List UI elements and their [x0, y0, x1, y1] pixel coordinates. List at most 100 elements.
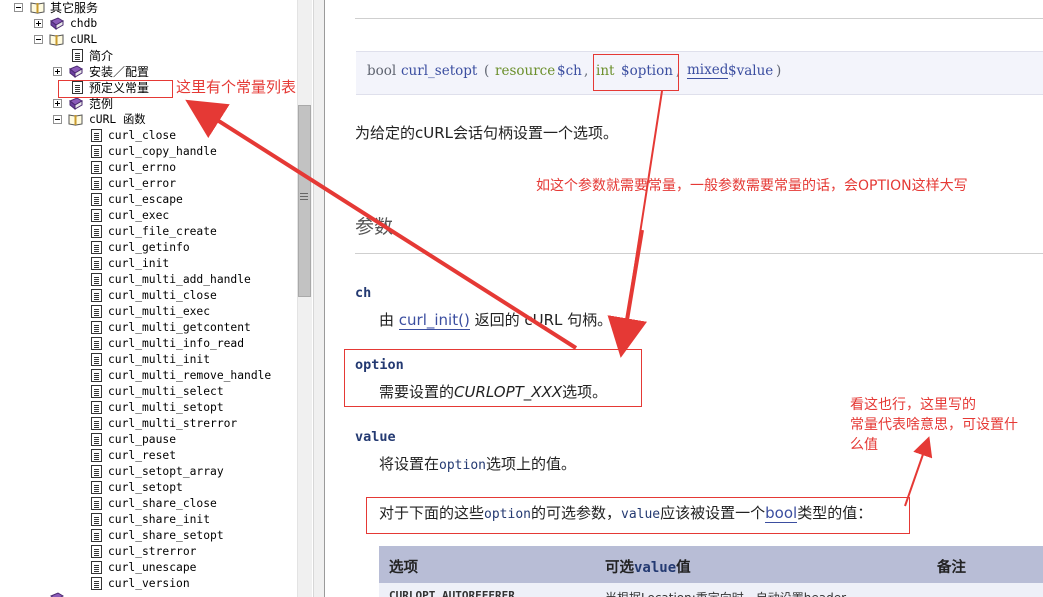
page-icon	[91, 177, 102, 190]
annotation-value-line1: 看这也行，这里写的	[850, 397, 976, 413]
tree-item-label: curl_copy_handle	[108, 145, 217, 158]
tree-item-label: curl_reset	[108, 449, 177, 462]
page-icon	[91, 289, 102, 302]
param-type-link[interactable]: mixed	[687, 62, 729, 79]
tree-item-label: curl_share_close	[108, 497, 217, 510]
text: 选项上的值。	[485, 455, 576, 473]
page-icon	[91, 129, 102, 142]
page-icon	[91, 161, 102, 174]
tree-item-label: curl_multi_remove_handle	[108, 369, 272, 382]
closed-book-icon	[69, 97, 83, 110]
tree-item-label: curl_setopt	[108, 481, 183, 494]
tree-item-label: curl_multi_init	[108, 353, 211, 366]
tree-item-label: curl_strerror	[108, 545, 197, 558]
text: 可选	[605, 560, 634, 576]
tree-item-label: cURL	[70, 33, 98, 46]
collapse-icon[interactable]	[14, 3, 23, 12]
page-icon	[91, 337, 102, 350]
param-desc-value: 将设置在option选项上的值。	[379, 454, 576, 476]
paren: )	[776, 63, 782, 79]
page-icon	[91, 225, 102, 238]
text: 由	[379, 311, 395, 329]
tree-item-label: curl_escape	[108, 193, 183, 206]
tree-item-label: curl_init	[108, 257, 170, 270]
annotation-constants: 这里有个常量列表	[176, 78, 297, 96]
tree-item-label: curl_pause	[108, 433, 177, 446]
divider	[355, 18, 1043, 19]
options-table: 选项 可选value值 备注 CURLOPT_AUTOREFERER 当根据Lo…	[379, 546, 1043, 597]
page-icon	[91, 145, 102, 158]
tree-item-label: curl_multi_select	[108, 385, 224, 398]
page-icon	[91, 577, 102, 590]
text: 返回的 cURL 句柄。	[474, 311, 613, 329]
inline-code: option	[439, 458, 486, 473]
page-icon	[91, 193, 102, 206]
column-header-remark: 备注	[937, 560, 966, 576]
tree-item-label: curl_multi_close	[108, 289, 217, 302]
page-icon	[91, 529, 102, 542]
param-term-ch: ch	[355, 285, 372, 301]
tree-item-label: curl_share_setopt	[108, 529, 224, 542]
tree-item-label: curl_multi_info_read	[108, 337, 245, 350]
page-icon	[91, 273, 102, 286]
tree-item-label: curl_getinfo	[108, 241, 190, 254]
function-name: curl_setopt	[401, 63, 478, 79]
page-icon	[91, 321, 102, 334]
page-icon	[91, 305, 102, 318]
page-icon	[91, 353, 102, 366]
tree-item-label: chdb	[70, 17, 98, 30]
tree-item-label: curl_version	[108, 577, 190, 590]
tree-item-label: curl_unescape	[108, 561, 197, 574]
page-icon	[91, 545, 102, 558]
section-heading-params: 参数	[355, 216, 394, 238]
tree-item-label: curl_error	[108, 177, 177, 190]
table-cell: CURLOPT_AUTOREFERER	[389, 589, 515, 597]
text: 值	[676, 560, 691, 576]
expand-icon[interactable]	[53, 67, 62, 76]
page-icon	[91, 433, 102, 446]
inline-code: value	[634, 560, 677, 576]
annotation-box-option-term	[344, 349, 642, 407]
annotation-option: 如这个参数就需要常量，一般参数需要常量的话，会OPTION这样大写	[536, 178, 968, 194]
page-icon	[91, 481, 102, 494]
tree-item-label: curl_close	[108, 129, 177, 142]
tree-item-label: curl_multi_setopt	[108, 401, 224, 414]
tree-item-label: 其它服务	[50, 1, 99, 15]
collapse-icon[interactable]	[34, 35, 43, 44]
comma: ,	[584, 63, 589, 79]
closed-book-icon	[50, 592, 64, 597]
paren: (	[484, 63, 490, 79]
expand-icon[interactable]	[34, 19, 43, 28]
page-icon	[91, 209, 102, 222]
page-icon	[91, 241, 102, 254]
param-desc-ch: 由 curl_init() 返回的 cURL 句柄。	[379, 310, 612, 330]
tree-item-label: curl_file_create	[108, 225, 217, 238]
param-type: resource	[495, 63, 556, 79]
table-cell: 当根据Location:重定向时，自动设置header	[605, 589, 846, 597]
page-icon	[91, 401, 102, 414]
param-term-value: value	[355, 429, 396, 445]
tree-item-label: cURL 函数	[89, 113, 146, 126]
annotation-value-line3: 么值	[850, 437, 878, 453]
scrollbar-thumb[interactable]	[298, 105, 311, 297]
open-book-icon	[49, 34, 64, 46]
param-name: $ch	[557, 63, 582, 79]
tree-item-label: curl_errno	[108, 161, 177, 174]
curl-init-link[interactable]: curl_init()	[398, 311, 470, 330]
page-icon	[91, 497, 102, 510]
param-name: $value	[728, 63, 774, 79]
pane-splitter[interactable]	[313, 0, 325, 597]
tree-item-label: 简介	[89, 49, 114, 63]
page-icon	[91, 257, 102, 270]
expand-icon[interactable]	[53, 99, 62, 108]
tree-item-label: curl_multi_getcontent	[108, 321, 251, 334]
page-icon	[91, 561, 102, 574]
tree-scrollbar[interactable]	[297, 0, 312, 597]
grip-icon	[300, 193, 308, 200]
annotation-value-line2: 常量代表啥意思，可设置什	[850, 417, 1018, 433]
closed-book-icon	[69, 65, 83, 78]
collapse-icon[interactable]	[53, 115, 62, 124]
page-icon	[72, 49, 83, 62]
tree-item-label: curl_exec	[108, 209, 170, 222]
tree-item-label: curl_multi_add_handle	[108, 273, 251, 286]
